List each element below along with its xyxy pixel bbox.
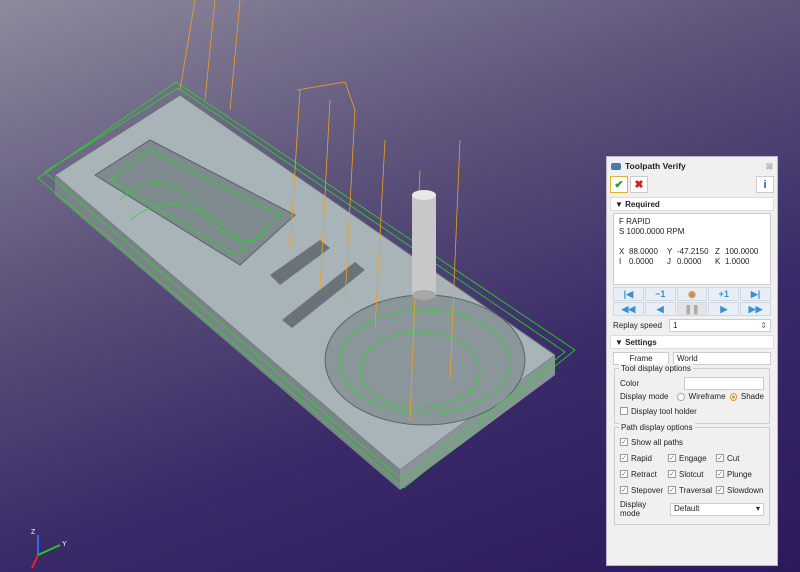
axis-triad: Z Y [31, 529, 67, 569]
path-type-label: Rapid [631, 453, 652, 463]
coord-label: I [619, 257, 622, 266]
path-type-label: Engage [679, 453, 707, 463]
settings-label: Settings [625, 337, 657, 347]
toolpath-verify-panel: Toolpath Verify ⊠ ✔ ✖ i ▼ Required F RAP… [606, 156, 778, 566]
show-all-paths-label: Show all paths [631, 437, 684, 447]
path-display-options-label: Path display options [619, 423, 695, 432]
rewind-button[interactable]: ◀◀ [613, 302, 644, 316]
path-stepover-checkbox[interactable]: ✓ Stepover [620, 482, 668, 498]
speed-readout: S 1000.0000 RPM [619, 227, 685, 236]
coord-value: 0.0000 [629, 257, 654, 266]
part-model [54, 94, 556, 490]
position-readout: F RAPID S 1000.0000 RPM X 88.0000 Y -47.215… [613, 213, 771, 285]
show-all-paths-checkbox[interactable]: ✓ Show all paths [620, 434, 683, 450]
display-mode-label: Display mode [620, 392, 669, 401]
replay-speed-label: Replay speed [613, 321, 662, 330]
coord-label: Z [715, 247, 720, 256]
ok-button[interactable]: ✔ [610, 176, 628, 193]
path-retract-checkbox[interactable]: ✓ Retract [620, 466, 668, 482]
path-display-mode-select[interactable]: Default ▾ [670, 502, 764, 516]
path-type-label: Traversal [679, 485, 713, 495]
step-forward-one-button[interactable]: +1 [708, 287, 740, 301]
info-button[interactable]: i [756, 176, 774, 193]
chevron-down-icon: ▾ [755, 504, 760, 513]
wireframe-label: Wireframe [688, 392, 726, 401]
required-section-header[interactable]: ▼ Required [610, 197, 774, 211]
coord-value: 1.0000 [725, 257, 750, 266]
settings-section-header[interactable]: ▼ Settings [610, 335, 774, 349]
play-backward-button[interactable]: ◀ [644, 302, 676, 316]
spinner-icon[interactable]: ⇕ [760, 320, 767, 332]
replay-speed-value: 1 [673, 320, 678, 330]
tool-display-options: Tool display options Color Display mode … [614, 364, 770, 424]
path-traversal-checkbox[interactable]: ✓ Traversal [668, 482, 716, 498]
shade-label: Shade [740, 392, 764, 401]
fast-forward-button[interactable]: ▶▶ [740, 302, 771, 316]
path-engage-checkbox[interactable]: ✓ Engage [668, 450, 716, 466]
feed-readout: F RAPID [619, 217, 651, 226]
path-rapid-checkbox[interactable]: ✓ Rapid [620, 450, 668, 466]
panel-title-bar: Toolpath Verify ⊠ [607, 157, 777, 175]
path-plunge-checkbox[interactable]: ✓ Plunge [716, 466, 764, 482]
close-icon[interactable]: ⊠ [766, 161, 773, 172]
path-type-label: Retract [631, 469, 657, 479]
color-label: Color [620, 379, 640, 388]
toolpath-verify-icon [611, 162, 621, 170]
panel-title: Toolpath Verify [625, 161, 686, 171]
step-back-one-button[interactable]: −1 [644, 287, 676, 301]
path-type-label: Slotcut [679, 469, 704, 479]
coord-label: X [619, 247, 625, 256]
last-button[interactable]: ▶| [740, 287, 771, 301]
coord-value: 0.0000 [677, 257, 702, 266]
first-button[interactable]: |◀ [613, 287, 644, 301]
display-tool-holder-label: Display tool holder [631, 406, 697, 416]
path-type-label: Plunge [727, 469, 752, 479]
cancel-button[interactable]: ✖ [630, 176, 648, 193]
playback-controls: |◀ −1 ◉ +1 ▶| ◀◀ ◀ ❚❚ ▶ ▶▶ [613, 287, 771, 316]
coord-label: Y [667, 247, 673, 256]
path-slotcut-checkbox[interactable]: ✓ Slotcut [668, 466, 716, 482]
path-type-label: Slowdown [727, 485, 764, 495]
color-picker[interactable] [684, 377, 764, 390]
coord-label: K [715, 257, 721, 266]
required-label: Required [625, 199, 660, 209]
pause-button[interactable]: ❚❚ [676, 302, 708, 316]
axis-z-label: Z [31, 529, 36, 536]
play-button[interactable]: ▶ [708, 302, 740, 316]
path-cut-checkbox[interactable]: ✓ Cut [716, 450, 764, 466]
path-display-mode-label: Display mode [620, 500, 647, 518]
coord-value: 100.0000 [725, 247, 759, 256]
display-tool-holder-checkbox[interactable]: Display tool holder [620, 403, 697, 419]
path-display-mode-value: Default [674, 504, 700, 513]
shade-radio[interactable] [729, 392, 737, 401]
coord-value: -47.2150 [677, 247, 709, 256]
path-type-label: Cut [727, 453, 740, 463]
path-type-label: Stepover [631, 485, 664, 495]
path-display-options: Path display options ✓ Show all paths ✓ Ra… [614, 423, 770, 525]
wireframe-radio[interactable] [677, 392, 685, 401]
path-slowdown-checkbox[interactable]: ✓ Slowdown [716, 482, 764, 498]
tool-display-options-label: Tool display options [619, 364, 693, 373]
cutting-tool [412, 190, 436, 300]
coord-label: J [667, 257, 671, 266]
coord-value: 88.0000 [629, 247, 658, 256]
axis-y-label: Y [62, 541, 67, 548]
toolpath-icon[interactable]: ◉ [676, 287, 708, 301]
replay-speed-input[interactable]: 1 ⇕ [669, 319, 771, 332]
